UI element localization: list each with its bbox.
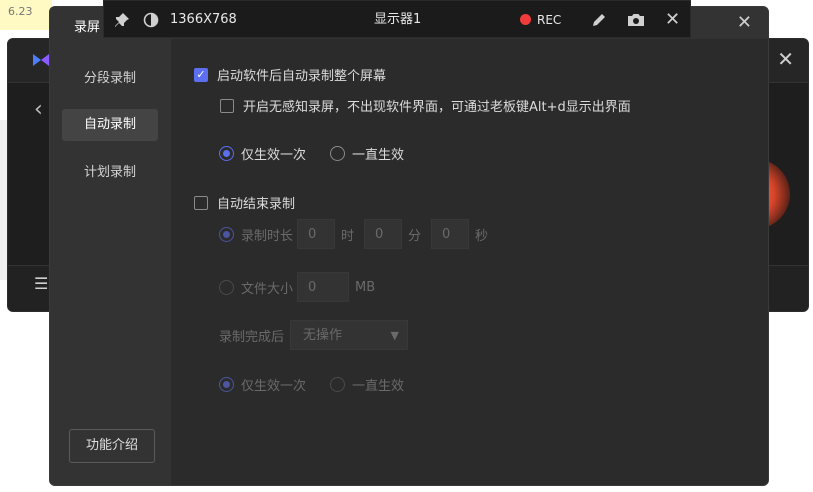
auto-end-always-label: 一直生效 (352, 379, 405, 394)
auto-end-always-radio[interactable] (330, 377, 345, 392)
rec-dot-icon (520, 14, 531, 25)
hours-unit: 时 (341, 228, 355, 244)
filesize-radio[interactable] (219, 279, 234, 295)
minutes-unit: 分 (408, 228, 422, 244)
auto-end-once-label: 仅生效一次 (241, 379, 307, 394)
camera-icon[interactable] (627, 12, 645, 28)
dialog-close-icon[interactable]: ✕ (737, 12, 752, 33)
chevron-down-icon: ▼ (390, 329, 400, 342)
toolbar-close-icon[interactable]: ✕ (665, 1, 680, 39)
resolution-label: 1366X768 (170, 12, 237, 27)
auto-start-label: 启动软件后自动录制整个屏幕 (217, 69, 387, 84)
auto-start-always-radio[interactable] (330, 146, 345, 161)
auto-end-once-radio[interactable] (219, 377, 234, 392)
auto-start-once-label: 仅生效一次 (241, 148, 307, 163)
duration-radio[interactable] (219, 226, 234, 242)
rec-label: REC (537, 13, 562, 27)
background-close-icon[interactable]: ✕ (777, 47, 794, 71)
sidebar-item-auto-record[interactable]: 自动录制 (62, 109, 158, 141)
silent-record-label: 开启无感知录屏，不出现软件界面，可通过老板键Alt+d显示出界面 (243, 100, 631, 115)
pencil-icon[interactable] (591, 12, 607, 28)
dialog-title: 录屏 (74, 20, 101, 35)
app-logo-icon (33, 54, 49, 66)
after-complete-row: 录制完成后 无操作 ▼ (219, 320, 409, 350)
pin-icon[interactable] (114, 12, 130, 28)
auto-end-checkbox[interactable] (194, 195, 208, 210)
settings-content: ✓ 启动软件后自动录制整个屏幕 开启无感知录屏，不出现软件界面，可通过老板键Al… (171, 39, 768, 485)
auto-start-checkbox[interactable]: ✓ (194, 67, 208, 82)
seconds-input[interactable]: 0 (431, 219, 470, 249)
display-name-label: 显示器1 (374, 12, 422, 27)
contrast-icon[interactable] (143, 12, 159, 28)
duration-label: 录制时长 (241, 228, 294, 244)
seconds-unit: 秒 (475, 228, 489, 244)
silent-record-row[interactable]: 开启无感知录屏，不出现软件界面，可通过老板键Alt+d显示出界面 (220, 96, 631, 115)
feature-intro-button[interactable]: 功能介绍 (69, 429, 155, 463)
filesize-input[interactable]: 0 (297, 272, 350, 302)
silent-record-checkbox[interactable] (220, 98, 234, 113)
auto-start-always-label: 一直生效 (352, 148, 405, 163)
menu-icon[interactable]: ☰ (34, 274, 48, 293)
minutes-input[interactable]: 0 (364, 219, 403, 249)
auto-start-once-option[interactable]: 仅生效一次 (219, 144, 306, 163)
recording-toolbar: 1366X768 显示器1 REC ✕ (103, 0, 691, 38)
chevron-left-icon[interactable]: ‹ (34, 97, 43, 122)
auto-start-once-radio[interactable] (219, 146, 234, 161)
auto-end-always-option[interactable]: 一直生效 (330, 375, 404, 394)
settings-sidebar: 分段录制 自动录制 计划录制 功能介绍 (50, 39, 171, 485)
hours-input[interactable]: 0 (297, 219, 336, 249)
filesize-row: 文件大小 0 MB (219, 272, 375, 302)
auto-start-always-option[interactable]: 一直生效 (330, 144, 404, 163)
record-settings-dialog: 录屏 ✕ 分段录制 自动录制 计划录制 功能介绍 ✓ 启动软件后自动录制整个屏幕… (49, 6, 769, 486)
filesize-unit: MB (355, 279, 376, 295)
filesize-label: 文件大小 (241, 281, 294, 297)
after-complete-label: 录制完成后 (219, 329, 285, 345)
auto-start-row[interactable]: ✓ 启动软件后自动录制整个屏幕 (194, 65, 386, 84)
desktop-version-label: 6.23 (8, 5, 33, 18)
auto-end-label: 自动结束录制 (217, 197, 296, 212)
auto-end-row[interactable]: 自动结束录制 (194, 193, 295, 212)
rec-indicator[interactable]: REC (520, 1, 561, 39)
after-complete-value: 无操作 (303, 328, 343, 343)
sidebar-item-segment-record[interactable]: 分段录制 (62, 63, 158, 95)
auto-end-once-option[interactable]: 仅生效一次 (219, 375, 306, 394)
sidebar-item-schedule-record[interactable]: 计划录制 (62, 157, 158, 189)
duration-row: 录制时长 0 时 0 分 0 秒 (219, 219, 488, 249)
after-complete-select[interactable]: 无操作 ▼ (290, 320, 409, 350)
